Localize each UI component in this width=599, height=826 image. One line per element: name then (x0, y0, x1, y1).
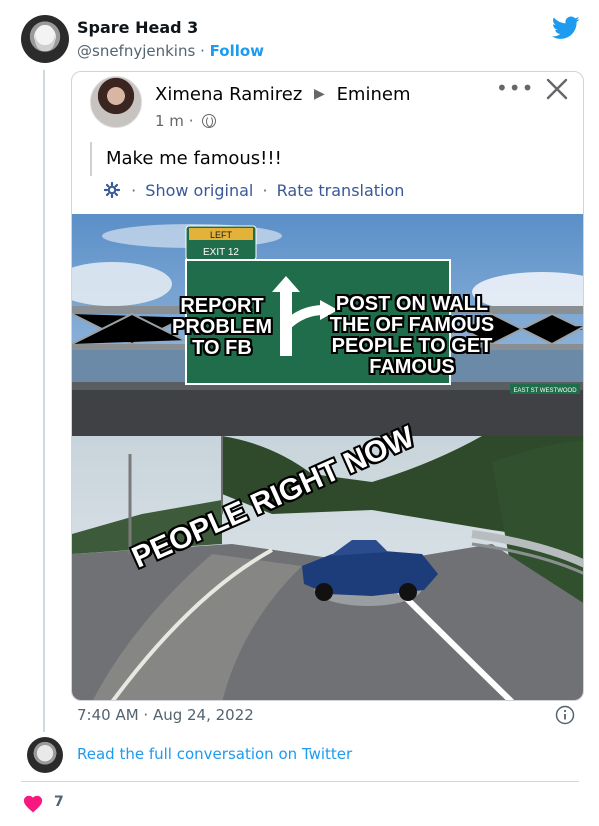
globe-icon (202, 114, 217, 128)
fb-arrow-icon: ▶ (314, 86, 325, 102)
author-display-name[interactable]: Spare Head 3 (77, 18, 198, 37)
fb-post-meta: 1 m · (155, 112, 217, 130)
fb-post-header: Ximena Ramirez ▶ Eminem (155, 84, 411, 105)
meme-left-label: REPORT PROBLEM TO FB (172, 295, 272, 359)
author-avatar[interactable] (21, 15, 69, 63)
info-icon[interactable] (555, 705, 575, 725)
translate-separator-2: · (262, 181, 268, 200)
sign-right-small-text: EAST ST WESTWOOD (513, 388, 577, 394)
rate-translation-link[interactable]: Rate translation (277, 181, 405, 200)
reply-avatar[interactable] (27, 737, 63, 773)
facebook-post-card: Ximena Ramirez ▶ Eminem 1 m · ••• Make m… (71, 71, 584, 701)
fb-translation-bar: · Show original · Rate translation (104, 181, 404, 200)
close-icon[interactable] (544, 76, 570, 102)
more-icon[interactable]: ••• (496, 76, 534, 100)
sign-exit-text: EXIT 12 (203, 247, 239, 258)
handle-separator: · (200, 42, 205, 60)
twitter-bird-icon[interactable] (552, 16, 580, 40)
author-handle[interactable]: @snefnyjenkins (77, 42, 195, 60)
like-count: 7 (54, 794, 64, 810)
sign-left-top-text: LEFT (210, 230, 233, 240)
follow-button[interactable]: Follow (210, 42, 264, 60)
fb-author-name[interactable]: Ximena Ramirez (155, 84, 302, 105)
translate-separator: · (131, 181, 137, 200)
fb-meta-separator: · (188, 112, 194, 130)
divider (21, 781, 579, 782)
fb-author-avatar[interactable] (90, 76, 142, 128)
fb-post-time[interactable]: 1 m (155, 112, 184, 130)
gear-icon (104, 182, 120, 198)
read-conversation-link[interactable]: Read the full conversation on Twitter (77, 745, 352, 763)
author-handle-line: @snefnyjenkins · Follow (77, 42, 264, 60)
fb-post-text: Make me famous!!! (90, 142, 282, 176)
meme-image[interactable]: LEFT EXIT 12 EAST ST WESTWOOD REPORT PRO… (72, 214, 583, 700)
thread-line (43, 70, 45, 732)
tweet-timestamp[interactable]: 7:40 AM · Aug 24, 2022 (77, 706, 254, 724)
fb-recipient-name[interactable]: Eminem (337, 84, 411, 105)
meme-right-label: POST ON WALL THE OF FAMOUS PEOPLE TO GET… (329, 293, 495, 378)
heart-icon[interactable] (22, 793, 44, 813)
show-original-link[interactable]: Show original (145, 181, 253, 200)
